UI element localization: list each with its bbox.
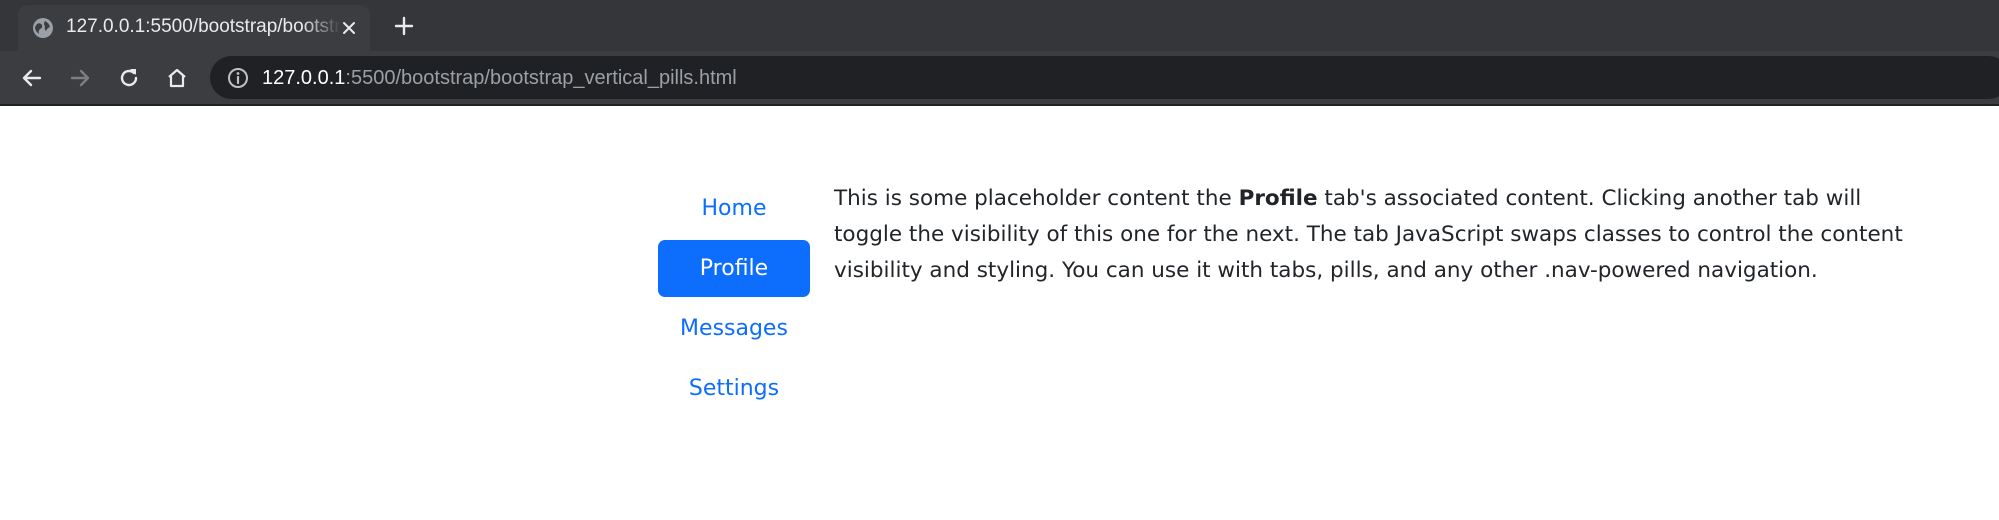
- arrow-left-icon[interactable]: [17, 63, 47, 93]
- arrow-right-icon[interactable]: [65, 63, 95, 93]
- url-path: :5500/bootstrap/bootstrap_vertical_pills…: [345, 67, 737, 89]
- tab-title: 127.0.0.1:5500/bootstrap/bootstrap_verti…: [66, 16, 341, 37]
- browser-toolbar: 127.0.0.1:5500/bootstrap/bootstrap_verti…: [0, 51, 1999, 106]
- content-text-before: This is some placeholder content the: [834, 186, 1239, 211]
- url-text: 127.0.0.1:5500/bootstrap/bootstrap_verti…: [262, 65, 737, 91]
- browser-tabstrip: 127.0.0.1:5500/bootstrap/bootstrap_verti…: [0, 0, 1999, 51]
- tab-content-pane: This is some placeholder content the Pro…: [834, 181, 1906, 289]
- globe-icon: [31, 16, 55, 40]
- plus-icon[interactable]: [388, 11, 420, 41]
- home-icon[interactable]: [162, 63, 192, 93]
- pill-profile[interactable]: Profile: [658, 240, 810, 297]
- pill-messages[interactable]: Messages: [658, 300, 810, 357]
- reload-icon[interactable]: [114, 63, 144, 93]
- pill-settings[interactable]: Settings: [658, 360, 810, 417]
- browser-tab[interactable]: 127.0.0.1:5500/bootstrap/bootstrap_verti…: [18, 5, 370, 51]
- address-bar[interactable]: 127.0.0.1:5500/bootstrap/bootstrap_verti…: [210, 56, 1999, 99]
- content-emphasis: Profile: [1238, 186, 1318, 211]
- info-icon[interactable]: [226, 66, 250, 90]
- pill-home[interactable]: Home: [658, 180, 810, 237]
- vertical-pills-nav: Home Profile Messages Settings: [658, 180, 810, 420]
- close-icon[interactable]: [336, 15, 362, 41]
- url-host: 127.0.0.1: [262, 67, 346, 89]
